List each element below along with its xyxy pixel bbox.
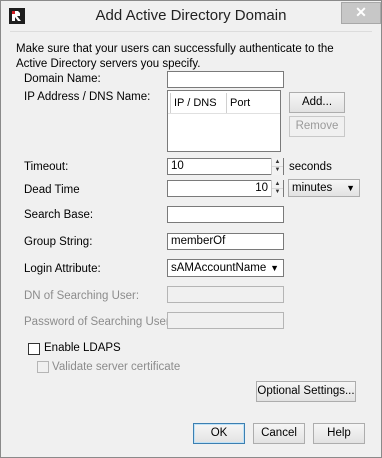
- dn-searching-user-label: DN of Searching User:: [24, 290, 140, 302]
- cancel-label: Cancel: [261, 427, 297, 439]
- dn-searching-user-input[interactable]: [167, 286, 284, 303]
- dead-time-unit-select[interactable]: minutes ▼: [288, 179, 360, 197]
- domain-name-input[interactable]: [167, 71, 284, 88]
- chevron-down-icon: ▼: [270, 263, 279, 273]
- enable-ldaps-checkbox[interactable]: [28, 343, 40, 355]
- remove-button[interactable]: Remove: [289, 116, 345, 137]
- dead-time-label: Dead Time: [24, 184, 80, 196]
- add-button[interactable]: Add...: [289, 92, 345, 113]
- login-attribute-label: Login Attribute:: [24, 263, 101, 275]
- ok-label: OK: [210, 427, 228, 439]
- chevron-down-icon: ▼: [346, 183, 355, 193]
- help-label: Help: [327, 427, 351, 439]
- timeout-label: Timeout:: [24, 161, 69, 173]
- window-title: Add Active Directory Domain: [95, 7, 287, 24]
- close-icon: ✕: [355, 4, 367, 20]
- close-button[interactable]: ✕: [341, 2, 381, 24]
- cancel-button[interactable]: Cancel: [253, 423, 305, 444]
- ip-dns-label: IP Address / DNS Name:: [24, 91, 151, 103]
- group-string-input[interactable]: memberOf: [167, 233, 284, 250]
- header-separator: [168, 113, 280, 114]
- login-attribute-value: sAMAccountName: [171, 262, 267, 274]
- optional-settings-button[interactable]: Optional Settings...: [256, 381, 356, 402]
- dead-time-unit-value: minutes: [292, 182, 333, 194]
- search-base-input[interactable]: [167, 206, 284, 223]
- dead-time-spinner[interactable]: ▲ ▼: [271, 180, 283, 197]
- arrow-down-icon[interactable]: ▼: [272, 166, 283, 174]
- password-searching-user-input[interactable]: [167, 312, 284, 329]
- title-bar: Add Active Directory Domain ✕: [1, 1, 381, 31]
- ip-dns-list[interactable]: IP / DNS Port: [167, 90, 281, 152]
- domain-name-label: Domain Name:: [24, 73, 101, 85]
- enable-ldaps-label[interactable]: Enable LDAPS: [44, 342, 121, 354]
- validate-cert-label[interactable]: Validate server certificate: [52, 361, 180, 373]
- timeout-unit: seconds: [289, 161, 332, 173]
- column-header-port[interactable]: Port: [230, 95, 250, 111]
- search-base-label: Search Base:: [24, 209, 94, 221]
- group-string-label: Group String:: [24, 236, 93, 248]
- timeout-spinner[interactable]: ▲ ▼: [271, 158, 283, 175]
- column-divider: [170, 93, 171, 113]
- column-divider: [226, 93, 227, 113]
- column-header-ip-dns[interactable]: IP / DNS: [174, 95, 217, 111]
- dead-time-input[interactable]: 10: [167, 180, 284, 197]
- validate-cert-checkbox[interactable]: [37, 361, 49, 373]
- timeout-input[interactable]: 10: [167, 158, 284, 175]
- intro-text: Make sure that your users can successful…: [16, 43, 334, 70]
- password-searching-user-label: Password of Searching User:: [24, 316, 173, 328]
- arrow-down-icon[interactable]: ▼: [272, 188, 283, 196]
- ok-button[interactable]: OK: [193, 423, 245, 444]
- help-button[interactable]: Help: [313, 423, 365, 444]
- login-attribute-select[interactable]: sAMAccountName ▼: [167, 259, 284, 277]
